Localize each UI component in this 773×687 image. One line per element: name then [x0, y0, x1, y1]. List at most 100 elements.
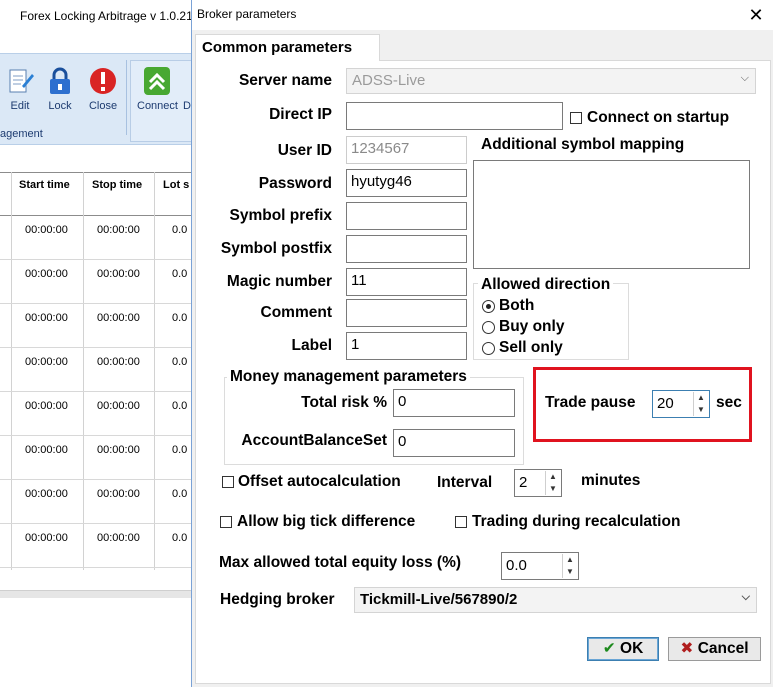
cell-lot-size: 0.0: [172, 268, 188, 280]
cancel-button-label: Cancel: [697, 640, 749, 657]
main-app-window: Forex Locking Arbitrage v 1.0.21 Edit Lo…: [0, 0, 200, 687]
pencil-document-icon: [6, 66, 34, 96]
cell-lot-size: 0.0: [172, 488, 188, 500]
close-button-label: Close: [88, 100, 118, 112]
cell-lot-size: 0.0: [172, 444, 188, 456]
edit-button-label: Edit: [10, 100, 30, 112]
connect-button-label: Connect: [137, 100, 178, 112]
direction-sell-only-radio[interactable]: [482, 342, 495, 355]
green-double-chevron-icon: [143, 66, 171, 96]
spinner-buttons[interactable]: ▲ ▼: [562, 554, 577, 578]
trade-pause-unit: sec: [716, 394, 742, 411]
direction-both-radio[interactable]: [482, 300, 495, 313]
ok-button[interactable]: ✔ OK: [587, 637, 659, 661]
account-balance-set-label: AccountBalanceSet: [241, 432, 387, 449]
cell-start-time: 00:00:00: [25, 356, 68, 368]
server-name-select[interactable]: ADSS-Live ⌵: [346, 68, 756, 94]
label-field[interactable]: 1: [346, 332, 467, 360]
comment-field[interactable]: [346, 299, 467, 327]
symbol-postfix-field[interactable]: [346, 235, 467, 263]
col-header-lot-size[interactable]: Lot s: [163, 179, 189, 191]
money-management-title: Money management parameters: [227, 368, 470, 386]
offset-autocalculation-checkbox[interactable]: [222, 476, 234, 488]
cancel-x-icon: ✖: [680, 640, 694, 657]
spin-up-icon[interactable]: ▲: [546, 471, 560, 483]
spin-down-icon[interactable]: ▼: [694, 404, 708, 416]
cell-lot-size: 0.0: [172, 532, 188, 544]
server-name-label: Server name: [238, 72, 332, 89]
additional-symbol-mapping-field[interactable]: [473, 160, 750, 269]
table-row[interactable]: 00:00:00 00:00:00 0.0: [0, 524, 200, 568]
partial-button-label: D: [183, 100, 191, 112]
symbol-prefix-field[interactable]: [346, 202, 467, 230]
cell-stop-time: 00:00:00: [97, 400, 140, 412]
close-connection-button[interactable]: Close: [83, 66, 123, 126]
interval-spinner[interactable]: 2 ▲ ▼: [514, 469, 562, 497]
table-row[interactable]: 00:00:00 00:00:00 0.0: [0, 216, 200, 260]
direct-ip-label: Direct IP: [269, 106, 332, 123]
dialog-titlebar: Broker parameters ✕: [192, 0, 773, 30]
main-titlebar: Forex Locking Arbitrage v 1.0.21: [0, 0, 200, 31]
cell-lot-size: 0.0: [172, 356, 188, 368]
table-row[interactable]: 00:00:00 00:00:00 0.0: [0, 348, 200, 392]
trade-pause-label: Trade pause: [545, 394, 636, 411]
edit-button[interactable]: Edit: [0, 66, 40, 126]
table-row[interactable]: 00:00:00 00:00:00 0.0: [0, 436, 200, 480]
ribbon-group-label: agement: [0, 128, 43, 140]
allow-big-tick-difference-checkbox[interactable]: [220, 516, 232, 528]
password-field[interactable]: hyutyg46: [346, 169, 467, 197]
hedging-broker-value: Tickmill-Live/567890/2: [360, 591, 518, 608]
col-header-start-time[interactable]: Start time: [19, 179, 70, 191]
magic-number-field[interactable]: 11: [346, 268, 467, 296]
comment-label: Comment: [260, 304, 332, 321]
table-row[interactable]: 00:00:00 00:00:00 0.0: [0, 304, 200, 348]
direct-ip-field[interactable]: [346, 102, 563, 130]
password-label: Password: [258, 175, 332, 192]
spinner-buttons[interactable]: ▲ ▼: [693, 392, 708, 416]
interval-label: Interval: [437, 474, 493, 491]
col-header-stop-time[interactable]: Stop time: [92, 179, 142, 191]
trade-pause-spinner[interactable]: 20 ▲ ▼: [652, 390, 710, 418]
spin-down-icon[interactable]: ▼: [546, 483, 560, 495]
cell-start-time: 00:00:00: [25, 400, 68, 412]
trading-during-recalculation-checkbox[interactable]: [455, 516, 467, 528]
cell-start-time: 00:00:00: [25, 224, 68, 236]
direction-buy-only-radio[interactable]: [482, 321, 495, 334]
lock-button-label: Lock: [48, 100, 72, 112]
grid-horizontal-scrollbar[interactable]: [0, 590, 200, 598]
account-balance-set-field[interactable]: 0: [393, 429, 515, 457]
max-equity-loss-spinner[interactable]: 0.0 ▲ ▼: [501, 552, 579, 580]
table-row[interactable]: 00:00:00 00:00:00 0.0: [0, 480, 200, 524]
lock-button[interactable]: Lock: [40, 66, 80, 126]
label-label: Label: [291, 337, 332, 354]
user-id-field[interactable]: 1234567: [346, 136, 467, 164]
tab-common-parameters[interactable]: Common parameters: [195, 34, 380, 61]
connect-button[interactable]: Connect: [137, 66, 178, 126]
ribbon-tab-strip: [0, 31, 200, 53]
close-icon[interactable]: ✕: [742, 2, 770, 28]
broker-parameters-dialog: Broker parameters ✕ Common parameters Se…: [191, 0, 773, 687]
symbol-postfix-label: Symbol postfix: [220, 240, 332, 257]
interval-value: 2: [519, 474, 528, 491]
chevron-down-icon: ⌵: [741, 591, 750, 603]
total-risk-label: Total risk %: [301, 394, 387, 411]
grid-header: Start time Stop time Lot s: [0, 172, 200, 216]
total-risk-field[interactable]: 0: [393, 389, 515, 417]
trading-during-recalculation-label: Trading during recalculation: [472, 513, 681, 530]
allow-big-tick-difference-label: Allow big tick difference: [237, 513, 416, 530]
hedging-broker-select[interactable]: Tickmill-Live/567890/2 ⌵: [354, 587, 757, 613]
cell-stop-time: 00:00:00: [97, 488, 140, 500]
table-row[interactable]: 00:00:00 00:00:00 0.0: [0, 260, 200, 304]
spin-down-icon[interactable]: ▼: [563, 566, 577, 578]
checkmark-icon: ✔: [602, 640, 616, 657]
cell-stop-time: 00:00:00: [97, 224, 140, 236]
spin-up-icon[interactable]: ▲: [694, 392, 708, 404]
spin-up-icon[interactable]: ▲: [563, 554, 577, 566]
table-row[interactable]: 00:00:00 00:00:00 0.0: [0, 392, 200, 436]
cancel-button[interactable]: ✖ Cancel: [668, 637, 761, 661]
main-window-title: Forex Locking Arbitrage v 1.0.21: [20, 9, 193, 23]
spinner-buttons[interactable]: ▲ ▼: [545, 471, 560, 495]
cell-start-time: 00:00:00: [25, 312, 68, 324]
connect-on-startup-checkbox[interactable]: [570, 112, 582, 124]
cell-start-time: 00:00:00: [25, 532, 68, 544]
